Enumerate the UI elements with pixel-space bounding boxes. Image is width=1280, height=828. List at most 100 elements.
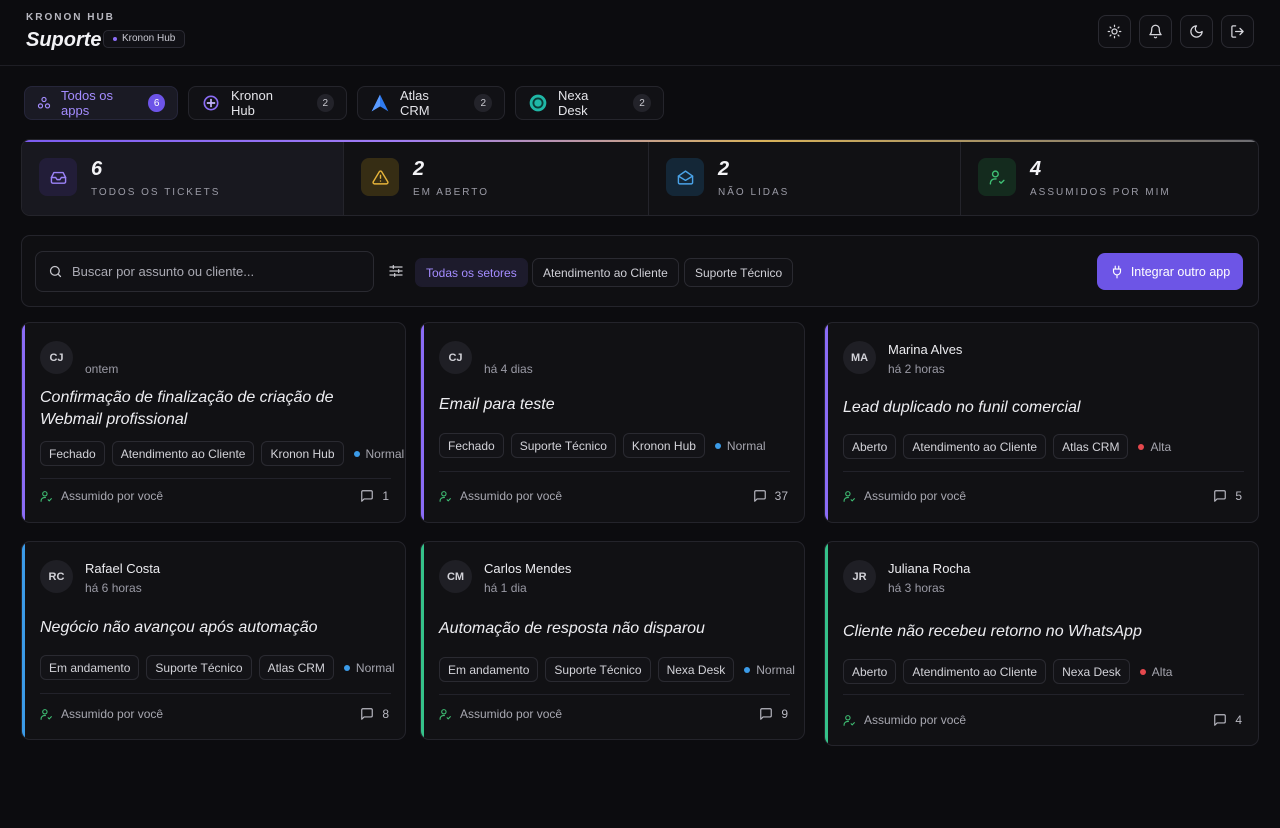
app-tab-label: Todos os apps bbox=[61, 88, 114, 118]
stat-value: 4 bbox=[1030, 158, 1042, 180]
inbox-icon bbox=[39, 158, 77, 196]
ticket-title: Negócio não avançou após automação bbox=[40, 619, 318, 636]
status-tag: Em andamento bbox=[40, 655, 140, 680]
avatar: CM bbox=[439, 560, 472, 593]
workspace-badge: Kronon Hub bbox=[103, 30, 186, 48]
comment-count-value: 8 bbox=[382, 707, 389, 721]
sector-tag: Atendimento ao Cliente bbox=[903, 659, 1047, 684]
comment-count-value: 1 bbox=[382, 489, 389, 503]
theme-light-button[interactable] bbox=[1098, 15, 1131, 48]
comment-count[interactable]: 1 bbox=[360, 489, 389, 503]
ticket-card[interactable]: CJ há 4 dias Email para teste Fechado Su… bbox=[420, 322, 805, 523]
user-check-icon bbox=[978, 158, 1016, 196]
search-box[interactable] bbox=[35, 251, 374, 292]
sector-chip-tech-support[interactable]: Suporte Técnico bbox=[684, 258, 794, 287]
ticket-time: há 1 dia bbox=[484, 581, 527, 595]
filter-bar: Todas os setores Atendimento ao Cliente … bbox=[21, 235, 1259, 307]
app-tab-nexa-desk[interactable]: Nexa Desk 2 bbox=[515, 86, 664, 120]
ticket-card[interactable]: MA Marina Alves há 2 horas Lead duplicad… bbox=[824, 322, 1259, 523]
search-input[interactable] bbox=[72, 264, 352, 279]
logout-button[interactable] bbox=[1221, 15, 1254, 48]
search-icon bbox=[49, 265, 62, 278]
moon-icon bbox=[1190, 25, 1203, 38]
ticket-card[interactable]: CM Carlos Mendes há 1 dia Automação de r… bbox=[420, 541, 805, 740]
app-tab-all[interactable]: Todos os apps 6 bbox=[24, 86, 178, 120]
stat-label: ASSUMIDOS POR MIM bbox=[1030, 187, 1171, 198]
priority-label: Normal bbox=[756, 662, 795, 677]
ticket-tags: Aberto Atendimento ao Cliente Atlas CRM … bbox=[843, 434, 1171, 459]
sector-chip-all[interactable]: Todas os setores bbox=[415, 258, 528, 287]
ticket-tags: Aberto Atendimento ao Cliente Nexa Desk … bbox=[843, 659, 1172, 684]
priority-indicator: Normal bbox=[353, 447, 404, 461]
sector-tag: Atendimento ao Cliente bbox=[111, 441, 255, 466]
comment-count[interactable]: 8 bbox=[360, 707, 389, 721]
ticket-card[interactable]: JR Juliana Rocha há 3 horas Cliente não … bbox=[824, 541, 1259, 746]
filter-icon[interactable] bbox=[388, 263, 404, 284]
comment-count-value: 9 bbox=[781, 707, 788, 721]
integrate-app-button[interactable]: Integrar outro app bbox=[1097, 253, 1243, 290]
stat-value: 2 bbox=[413, 158, 425, 180]
status-tag: Fechado bbox=[40, 441, 105, 466]
ticket-card[interactable]: CJ ontem Confirmação de finalização de c… bbox=[21, 322, 406, 523]
priority-dot bbox=[353, 450, 360, 457]
nexa-logo-icon bbox=[528, 93, 548, 113]
mail-open-icon bbox=[666, 158, 704, 196]
stat-label: NÃO LIDAS bbox=[718, 187, 790, 198]
sector-tag: Suporte Técnico bbox=[146, 655, 252, 680]
ticket-tags: Fechado Suporte Técnico Kronon Hub Norma… bbox=[439, 433, 766, 458]
sector-chip-customer-service[interactable]: Atendimento ao Cliente bbox=[532, 258, 679, 287]
app-tab-label: Kronon Hub bbox=[231, 88, 273, 118]
comment-count[interactable]: 9 bbox=[759, 707, 788, 721]
assigned-label: Assumido por você bbox=[864, 489, 967, 503]
assigned-label: Assumido por você bbox=[460, 489, 563, 503]
stat-label: TODOS OS TICKETS bbox=[91, 187, 221, 198]
atlas-logo-icon bbox=[370, 93, 390, 113]
app-tab-count: 2 bbox=[474, 94, 492, 112]
comment-count-value: 37 bbox=[774, 489, 788, 503]
user-check-icon bbox=[439, 708, 451, 720]
assigned-indicator: Assumido por você bbox=[439, 489, 562, 503]
ticket-time: há 6 horas bbox=[85, 581, 142, 595]
bell-icon bbox=[1149, 24, 1162, 39]
stat-label: EM ABERTO bbox=[413, 187, 489, 198]
status-tag: Fechado bbox=[439, 433, 504, 458]
comment-icon bbox=[753, 490, 766, 502]
assigned-label: Assumido por você bbox=[460, 707, 563, 721]
priority-dot bbox=[1139, 668, 1146, 675]
stat-unread[interactable]: 2 NÃO LIDAS bbox=[649, 142, 960, 215]
warning-icon bbox=[361, 158, 399, 196]
app-tab-count: 6 bbox=[148, 94, 165, 112]
plug-icon bbox=[1112, 265, 1121, 278]
theme-dark-button[interactable] bbox=[1180, 15, 1213, 48]
status-tag: Aberto bbox=[843, 659, 897, 684]
stat-value: 6 bbox=[91, 158, 103, 180]
comment-count[interactable]: 5 bbox=[1213, 489, 1242, 503]
sector-tag: Suporte Técnico bbox=[545, 657, 651, 682]
comment-count-value: 4 bbox=[1235, 713, 1242, 727]
user-check-icon bbox=[40, 490, 52, 502]
assigned-indicator: Assumido por você bbox=[843, 713, 966, 727]
sector-tag: Suporte Técnico bbox=[510, 433, 616, 458]
stat-open[interactable]: 2 EM ABERTO bbox=[344, 142, 648, 215]
comment-count[interactable]: 37 bbox=[753, 489, 788, 503]
stat-all-tickets[interactable]: 6 TODOS OS TICKETS bbox=[22, 142, 343, 215]
notifications-button[interactable] bbox=[1139, 15, 1172, 48]
app-tab-atlas-crm[interactable]: Atlas CRM 2 bbox=[357, 86, 505, 120]
customer-name: Carlos Mendes bbox=[484, 561, 572, 576]
comment-count[interactable]: 4 bbox=[1213, 713, 1242, 727]
ticket-title: Email para teste bbox=[439, 396, 555, 413]
ticket-card[interactable]: RC Rafael Costa há 6 horas Negócio não a… bbox=[21, 541, 406, 740]
logout-icon bbox=[1231, 25, 1244, 38]
ticket-title: Automação de resposta não disparou bbox=[439, 620, 705, 637]
priority-indicator: Alta bbox=[1138, 440, 1171, 454]
stat-assigned-to-me[interactable]: 4 ASSUMIDOS POR MIM bbox=[961, 142, 1258, 215]
app-tab-kronon-hub[interactable]: Kronon Hub 2 bbox=[188, 86, 347, 120]
app-tag: Nexa Desk bbox=[1053, 659, 1130, 684]
app-tag: Kronon Hub bbox=[622, 433, 705, 458]
ticket-time: há 3 horas bbox=[888, 581, 945, 595]
app-tag: Kronon Hub bbox=[261, 441, 344, 466]
app-header: KRONON HUB Suporte Kronon Hub bbox=[0, 0, 1280, 66]
comment-icon bbox=[1214, 490, 1227, 502]
priority-label: Alta bbox=[1151, 664, 1173, 679]
sun-icon bbox=[1107, 24, 1122, 39]
